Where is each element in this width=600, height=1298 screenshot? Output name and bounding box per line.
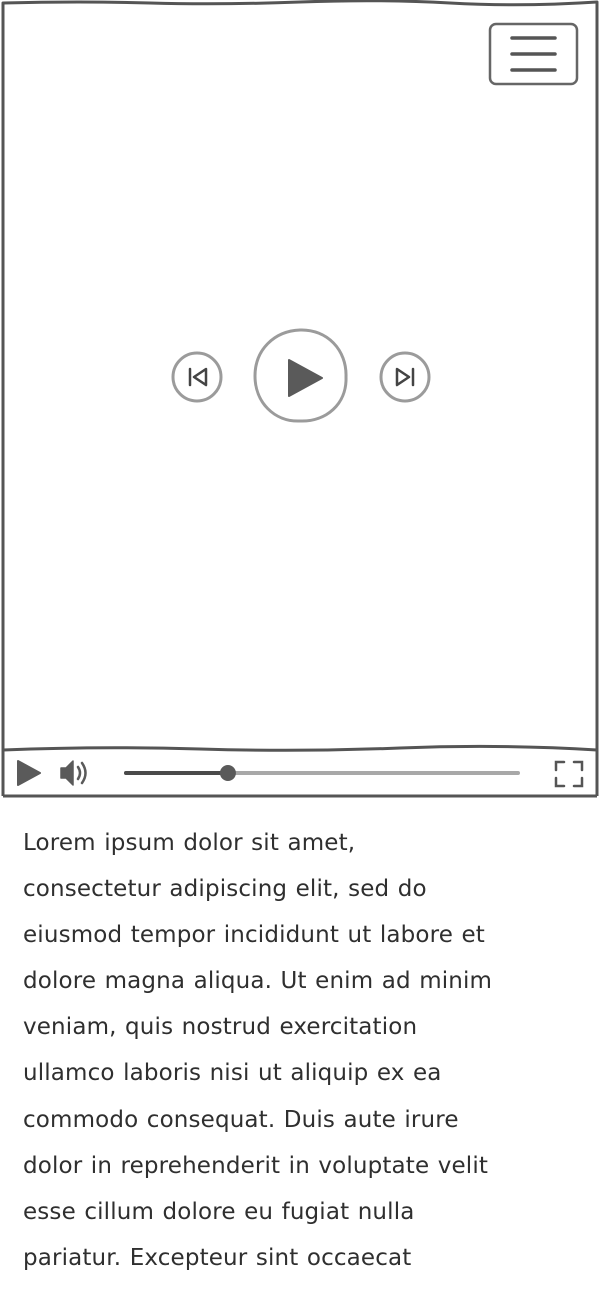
previous-button[interactable] xyxy=(170,350,224,404)
play-button[interactable] xyxy=(252,328,350,426)
next-button[interactable] xyxy=(378,350,432,404)
menu-button[interactable] xyxy=(489,22,579,86)
description-text: Lorem ipsum dolor sit amet, consectetur … xyxy=(23,830,493,1271)
video-player xyxy=(0,0,600,800)
seek-slider[interactable] xyxy=(118,760,526,786)
control-play-button[interactable] xyxy=(12,756,46,790)
fullscreen-button[interactable] xyxy=(550,756,590,792)
volume-button[interactable] xyxy=(56,756,92,790)
